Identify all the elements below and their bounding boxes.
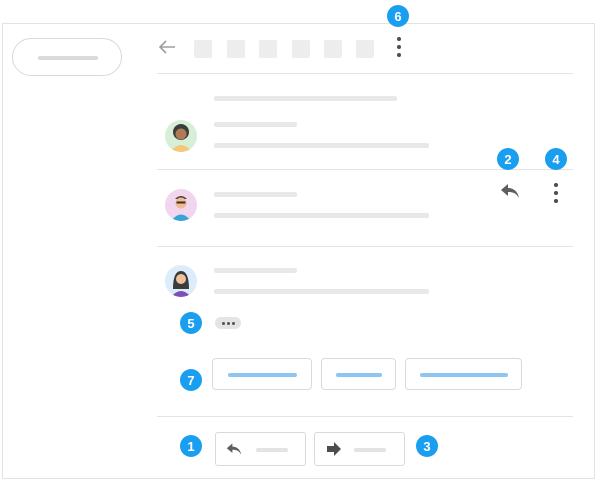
reply-icon [226, 443, 242, 455]
smart-reply-chip-2[interactable] [321, 358, 396, 390]
callout-badge: 1 [180, 435, 202, 457]
avatar[interactable] [165, 265, 197, 297]
divider [157, 416, 573, 417]
reply-button[interactable] [215, 432, 306, 466]
callout-badge: 7 [180, 369, 202, 391]
show-trimmed-content-button[interactable] [215, 317, 241, 329]
message-snippet-placeholder [214, 289, 429, 294]
avatar-man-glasses-icon [171, 196, 191, 221]
sender-name-placeholder [214, 122, 297, 127]
callout-badge: 6 [387, 5, 409, 27]
toolbar-action-3[interactable] [259, 40, 277, 58]
toolbar-action-1[interactable] [194, 40, 212, 58]
avatar[interactable] [165, 189, 197, 221]
callout-badge: 3 [416, 435, 438, 457]
more-vert-icon[interactable] [551, 183, 561, 203]
toolbar-action-2[interactable] [227, 40, 245, 58]
sender-name-placeholder [214, 268, 297, 273]
toolbar-action-6[interactable] [356, 40, 374, 58]
compose-label-placeholder [38, 56, 98, 60]
divider [157, 246, 573, 247]
smart-reply-chip-1[interactable] [212, 358, 312, 390]
toolbar-action-4[interactable] [292, 40, 310, 58]
more-vert-icon[interactable] [394, 37, 404, 57]
callout-badge: 2 [497, 148, 519, 170]
subject-placeholder [214, 96, 397, 101]
avatar-woman-curly-icon [170, 124, 192, 152]
smart-reply-chip-3[interactable] [405, 358, 522, 390]
avatar-woman-longhair-icon [171, 271, 191, 297]
toolbar-action-5[interactable] [324, 40, 342, 58]
compose-button[interactable] [12, 38, 122, 76]
arrow-left-icon[interactable] [157, 38, 177, 56]
app-frame [2, 23, 595, 479]
divider [157, 73, 573, 74]
sender-name-placeholder [214, 192, 297, 197]
callout-badge: 4 [545, 148, 567, 170]
reply-icon[interactable] [500, 183, 520, 204]
forward-button[interactable] [314, 432, 405, 466]
avatar[interactable] [165, 120, 197, 152]
forward-icon [327, 442, 341, 456]
message-snippet-placeholder [214, 143, 429, 148]
message-snippet-placeholder [214, 213, 429, 218]
callout-badge: 5 [180, 312, 202, 334]
